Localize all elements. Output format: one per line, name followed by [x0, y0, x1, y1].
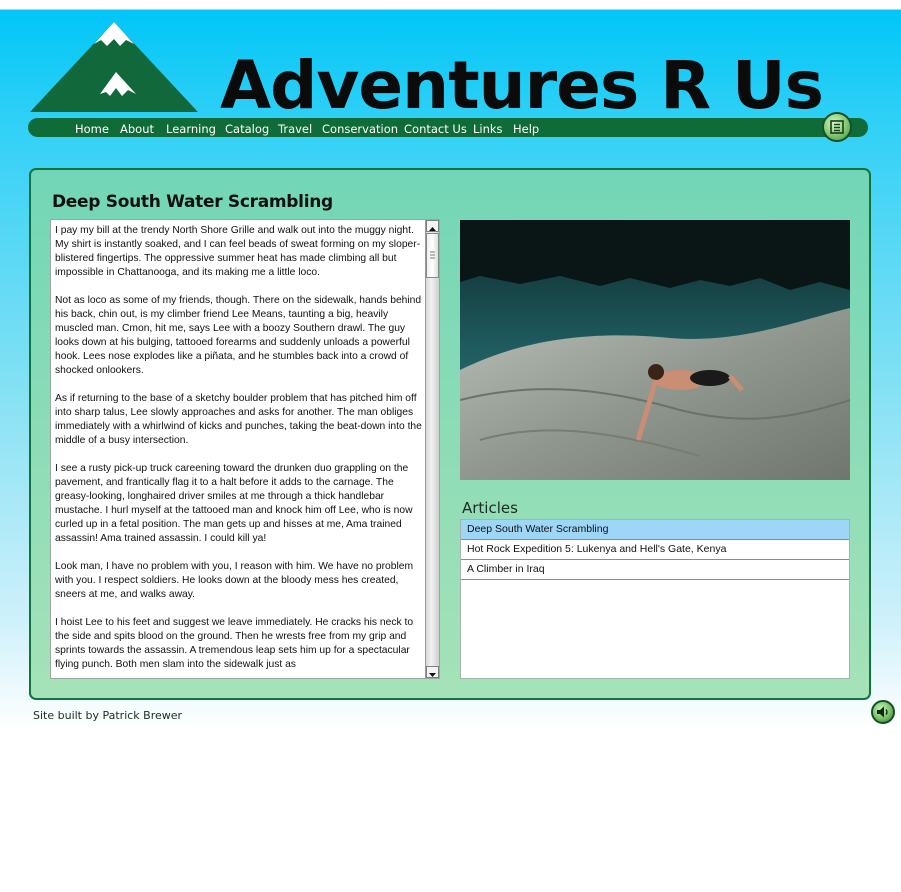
nav-help[interactable]: Help: [513, 121, 539, 137]
grip-icon: [430, 251, 435, 259]
articles-heading: Articles: [462, 499, 518, 517]
scroll-thumb[interactable]: [426, 233, 439, 278]
climber-photo-icon: [460, 220, 850, 480]
article-body: I pay my bill at the trendy North Shore …: [55, 224, 423, 676]
nav-travel[interactable]: Travel: [278, 121, 312, 137]
site-title: Adventures R Us: [220, 47, 824, 124]
nav-about[interactable]: About: [120, 121, 154, 137]
article-title: Deep South Water Scrambling: [52, 192, 333, 212]
top-border: [0, 0, 901, 10]
cart-icon: [830, 120, 844, 134]
arrow-down-icon: [429, 673, 436, 677]
nav-links[interactable]: Links: [473, 121, 503, 137]
article-photo: [460, 220, 850, 480]
article-list-item-hot-rock[interactable]: Hot Rock Expedition 5: Lukenya and Hell'…: [461, 540, 849, 560]
cart-button[interactable]: [822, 112, 852, 142]
article-paragraph: I pay my bill at the trendy North Shore …: [55, 225, 421, 278]
scroll-down-button[interactable]: [426, 666, 439, 678]
article-list-item-climber-iraq[interactable]: A Climber in Iraq: [461, 560, 849, 580]
nav-catalog[interactable]: Catalog: [225, 121, 269, 137]
article-list-item-deep-south[interactable]: Deep South Water Scrambling: [461, 520, 849, 540]
site-credit: Site built by Patrick Brewer: [33, 709, 183, 722]
speaker-icon: [877, 706, 888, 718]
article-paragraph: Not as loco as some of my friends, thoug…: [55, 295, 422, 376]
nav-conservation[interactable]: Conservation: [322, 121, 398, 137]
article-text-box[interactable]: I pay my bill at the trendy North Shore …: [50, 219, 440, 679]
article-paragraph: Look man, I have no problem with you, I …: [55, 561, 414, 600]
nav-home[interactable]: Home: [75, 121, 109, 137]
article-paragraph: I see a rusty pick-up truck careening to…: [55, 463, 413, 544]
article-paragraph: I hoist Lee to his feet and suggest we l…: [55, 617, 414, 670]
article-paragraph: As if returning to the base of a sketchy…: [55, 393, 422, 446]
scroll-up-button[interactable]: [426, 220, 439, 232]
nav-learning[interactable]: Learning: [166, 121, 216, 137]
mountain-logo-icon: [30, 22, 198, 112]
vertical-scrollbar[interactable]: [425, 220, 439, 678]
articles-list: Deep South Water Scrambling Hot Rock Exp…: [460, 519, 850, 679]
sound-toggle-button[interactable]: [871, 700, 895, 724]
nav-contact-us[interactable]: Contact Us: [404, 121, 467, 137]
